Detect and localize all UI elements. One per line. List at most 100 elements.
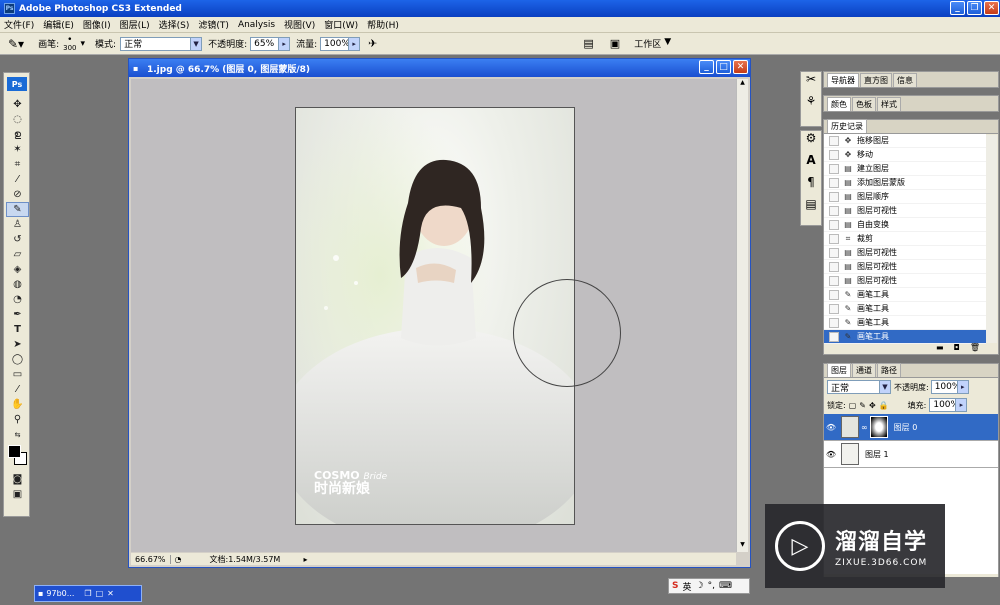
eyedropper-sample-tool-icon[interactable]: ⁄ [6,382,29,397]
history-item[interactable]: ▤ 图层可视性 [824,260,986,274]
brush-tool-preset-icon[interactable]: ✎▾ [8,37,24,51]
palette-well-icon[interactable]: ▤ [583,37,593,50]
menu-help[interactable]: 帮助(H) [367,18,399,31]
layer-comps-icon[interactable]: ▤ [801,197,821,219]
history-item[interactable]: ✎ 画笔工具 [824,288,986,302]
color-swatches[interactable] [7,444,27,470]
tab-history[interactable]: 历史记录 [827,119,867,133]
eye-icon[interactable]: 👁 [824,423,838,432]
tab-color[interactable]: 颜色 [827,97,851,111]
layer-row-1[interactable]: 👁 图层 1 [824,441,998,468]
menu-file[interactable]: 文件(F) [4,18,34,31]
lock-all-icon[interactable]: 🔒 [879,401,889,410]
history-item[interactable]: ▤ 添加图层蒙版 [824,176,986,190]
restore-doc-icon[interactable]: ❐ [84,589,91,598]
menu-image[interactable]: 图像(I) [83,18,111,31]
menu-window[interactable]: 窗口(W) [324,18,358,31]
history-item[interactable]: ▤ 图层可视性 [824,204,986,218]
menu-edit[interactable]: 编辑(E) [43,18,74,31]
swap-colors-icon[interactable]: ⇆ [6,427,29,442]
history-source-checkbox[interactable] [829,331,839,342]
blur-tool-icon[interactable]: ◍ [6,277,29,292]
history-item[interactable]: ✥ 拖移图层 [824,134,986,148]
history-source-checkbox[interactable] [829,303,839,314]
path-selection-tool-icon[interactable]: ➤ [6,337,29,352]
history-source-checkbox[interactable] [829,275,839,286]
lock-position-icon[interactable]: ✥ [869,401,876,410]
character-panel-icon[interactable]: A [801,153,821,175]
pen-tool-icon[interactable]: ✒ [6,307,29,322]
history-item[interactable]: ✎ 画笔工具 [824,302,986,316]
brush-dropdown-icon[interactable]: ▾ [81,39,86,49]
crop-tool-icon[interactable]: ⌗ [6,157,29,172]
history-item[interactable]: ✎ 画笔工具 [824,330,986,344]
close-button[interactable]: ✕ [984,1,999,15]
scroll-up-icon[interactable]: ▲ [737,79,748,90]
minimize-button[interactable]: _ [950,1,965,15]
status-info-icon[interactable]: ◔ [171,555,186,564]
layer-opacity-input[interactable]: 100% ▸ [930,380,969,394]
history-source-checkbox[interactable] [829,247,839,258]
sogou-logo-icon[interactable]: S [672,581,678,591]
doc-close-button[interactable]: ✕ [733,60,748,74]
menu-select[interactable]: 选择(S) [159,18,190,31]
maximize-doc-icon[interactable]: □ [96,589,104,598]
history-source-checkbox[interactable] [829,261,839,272]
menu-analysis[interactable]: Analysis [238,20,275,30]
new-snapshot-icon[interactable]: ◘ [954,343,960,354]
status-menu-arrow-icon[interactable]: ▸ [304,555,308,564]
brushes-panel-icon[interactable]: ⚘ [801,94,821,116]
history-scrollbar[interactable] [986,135,997,343]
history-source-checkbox[interactable] [829,317,839,328]
history-source-checkbox[interactable] [829,205,839,216]
link-icon[interactable]: ∞ [861,423,868,432]
clone-source-icon[interactable]: ⚙ [801,131,821,153]
opacity-arrow-icon[interactable]: ▸ [956,381,968,393]
half-width-icon[interactable]: ☽ [696,581,704,591]
zoom-level[interactable]: 66.67% [131,554,171,564]
shape-tool-icon[interactable]: ◯ [6,352,29,367]
tab-info[interactable]: 信息 [893,73,917,87]
vertical-scrollbar[interactable]: ▲ ▼ [736,79,748,552]
brush-tool-icon[interactable]: ✎ [6,202,29,217]
photoshop-logo-icon[interactable]: Ps [7,77,27,91]
lasso-tool-icon[interactable]: ഉ [6,127,29,142]
type-tool-icon[interactable]: T [6,322,29,337]
eraser-tool-icon[interactable]: ▱ [6,247,29,262]
healing-brush-tool-icon[interactable]: ⊘ [6,187,29,202]
flow-slider-arrow-icon[interactable]: ▸ [348,37,360,50]
clone-stamp-tool-icon[interactable]: ♙ [6,217,29,232]
mode-select[interactable]: 正常 ▼ [120,36,203,51]
tab-channels[interactable]: 通道 [852,363,876,377]
document-title-bar[interactable]: ▪ 1.jpg @ 66.7% (图层 0, 图层蒙版/8) _ □ ✕ [129,59,750,77]
notes-tool-icon[interactable]: ▭ [6,367,29,382]
tab-navigator[interactable]: 导航器 [827,73,859,87]
tab-histogram[interactable]: 直方图 [860,73,892,87]
minimized-document-button[interactable]: ▪ 97b0... ❐ □ ✕ [34,585,142,602]
zoom-tool-icon[interactable]: ⚲ [6,412,29,427]
fill-input[interactable]: 100% ▸ [929,398,968,412]
history-item[interactable]: ✎ 画笔工具 [824,316,986,330]
history-source-checkbox[interactable] [829,289,839,300]
paint-bucket-tool-icon[interactable]: ◈ [6,262,29,277]
scroll-down-icon[interactable]: ▼ [737,541,748,552]
history-item[interactable]: ▤ 图层顺序 [824,190,986,204]
keyboard-icon[interactable]: ⌨ [719,581,732,591]
screen-mode-icon[interactable]: ▣ [6,487,29,502]
history-source-checkbox[interactable] [829,233,839,244]
tab-swatches[interactable]: 色板 [852,97,876,111]
layer-row-0[interactable]: 👁 ∞ 图层 0 [824,414,998,441]
history-item[interactable]: ▤ 自由变换 [824,218,986,232]
history-item[interactable]: ▤ 图层可视性 [824,274,986,288]
opacity-slider-arrow-icon[interactable]: ▸ [278,37,290,50]
history-item[interactable]: ▤ 图层可视性 [824,246,986,260]
bridge-icon[interactable]: ▣ [610,37,620,50]
hand-tool-icon[interactable]: ✋ [6,397,29,412]
layer-thumbnail[interactable] [841,443,859,465]
restore-button[interactable]: ❐ [967,1,982,15]
doc-maximize-button[interactable]: □ [716,60,731,74]
canvas-area[interactable]: COSMO Bride 时尚新娘 [131,79,736,552]
history-source-checkbox[interactable] [829,219,839,230]
close-doc-icon[interactable]: ✕ [107,589,114,598]
marquee-tool-icon[interactable]: ◌ [6,112,29,127]
